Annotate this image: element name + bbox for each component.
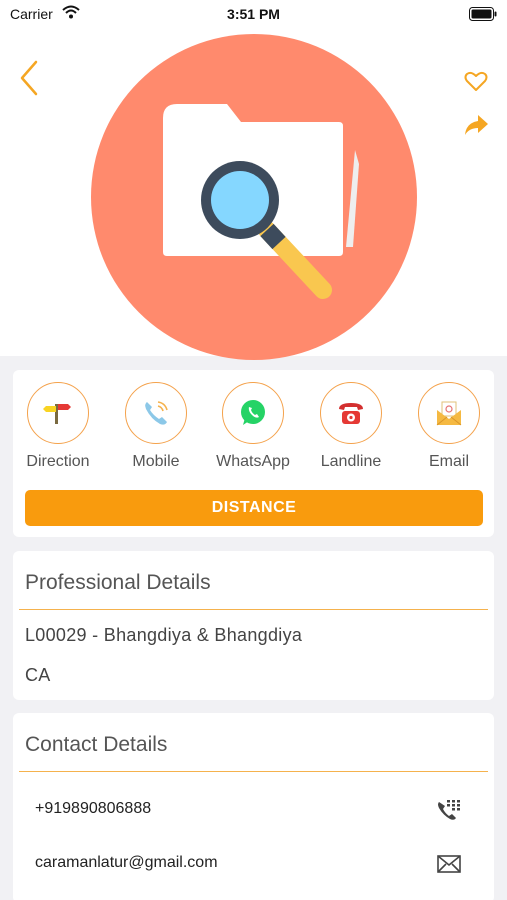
direction-label: Direction: [26, 453, 90, 470]
share-arrow-icon[interactable]: [463, 112, 489, 138]
email-action[interactable]: Email: [409, 382, 489, 471]
contact-details-card: Contact Details +919890806888 caramanlat…: [13, 713, 494, 900]
email-address: caramanlatur@gmail.com: [35, 854, 218, 871]
mobile-action-circle: [125, 382, 187, 444]
mobile-label: Mobile: [132, 453, 180, 470]
whatsapp-label: WhatsApp: [216, 453, 290, 470]
phone-number: +919890806888: [35, 800, 152, 817]
professional-name: L00029 - Bhangdiya & Bhangdiya: [25, 625, 303, 645]
email-envelope-icon: [436, 401, 462, 426]
landline-action-circle: [320, 382, 382, 444]
back-chevron-icon[interactable]: [14, 58, 44, 98]
divider: [19, 771, 488, 772]
envelope-outline-icon: [437, 855, 461, 873]
whatsapp-action[interactable]: WhatsApp: [213, 382, 293, 471]
professional-details-title: Professional Details: [25, 571, 211, 594]
dialpad-phone-icon: [438, 800, 460, 820]
battery-icon: [469, 7, 497, 21]
whatsapp-action-circle: [222, 382, 284, 444]
mobile-action[interactable]: Mobile: [116, 382, 196, 471]
whatsapp-icon: [241, 400, 265, 425]
heart-outline-icon[interactable]: [463, 68, 489, 94]
status-bar: Carrier 3:51 PM: [0, 0, 507, 30]
direction-action[interactable]: Direction: [18, 382, 98, 471]
quick-actions-card: Direction Mobile WhatsApp Landline Email…: [13, 370, 494, 537]
landline-label: Landline: [320, 453, 382, 470]
folder-search-illustration: [91, 34, 417, 360]
landline-phone-icon: [339, 403, 363, 424]
divider: [19, 609, 488, 610]
mobile-phone-icon: [145, 401, 168, 425]
direction-action-circle: [27, 382, 89, 444]
phone-row[interactable]: +919890806888: [13, 790, 494, 830]
direction-signpost-icon: [43, 404, 71, 424]
status-time: 3:51 PM: [227, 6, 280, 22]
email-row[interactable]: caramanlatur@gmail.com: [13, 844, 494, 884]
hero-section: [0, 30, 507, 360]
professional-details-card: Professional Details L00029 - Bhangdiya …: [13, 551, 494, 700]
distance-button[interactable]: DISTANCE: [25, 490, 483, 526]
email-action-circle: [418, 382, 480, 444]
professional-designation: CA: [25, 665, 51, 685]
email-label: Email: [428, 453, 469, 470]
landline-action[interactable]: Landline: [311, 382, 391, 471]
contact-details-title: Contact Details: [25, 733, 168, 756]
